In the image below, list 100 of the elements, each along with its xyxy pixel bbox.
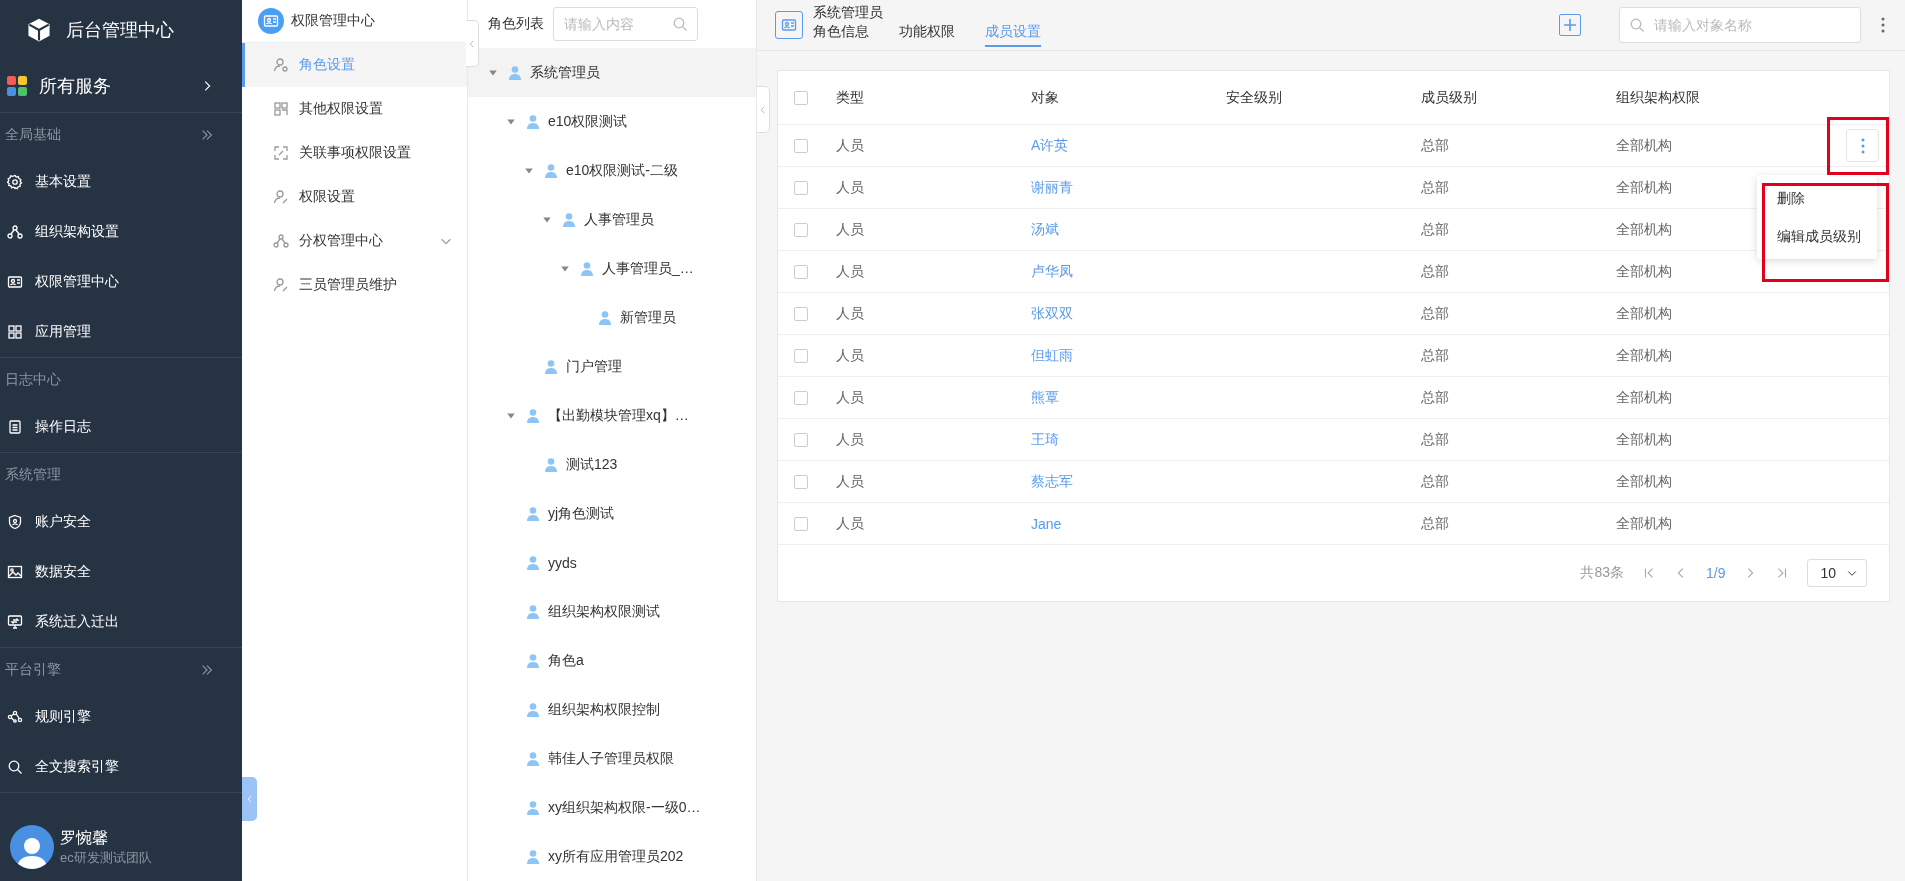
column-header: 成员级别: [1421, 88, 1478, 107]
user-name: 罗惋馨: [60, 827, 109, 848]
table-cell: 全部机构: [1616, 346, 1672, 365]
id-card-icon: [263, 13, 279, 29]
menu-item[interactable]: 权限设置: [242, 175, 467, 219]
sidebar-item[interactable]: 操作日志: [0, 402, 242, 452]
checkbox[interactable]: [794, 432, 808, 447]
tree-node[interactable]: yj角色测试: [468, 489, 756, 538]
tree-node[interactable]: 人事管理员: [468, 195, 756, 244]
search-field[interactable]: 请输入内容: [553, 7, 698, 41]
person-icon: [525, 113, 541, 130]
checkbox[interactable]: [794, 138, 808, 153]
menu-item[interactable]: 分权管理中心: [242, 219, 467, 263]
sidebar-item[interactable]: 系统迁入迁出: [0, 597, 242, 647]
table-cell: 总部: [1421, 178, 1449, 197]
menu-item[interactable]: 删除: [1757, 179, 1877, 217]
tree-node[interactable]: 系统管理员: [468, 48, 756, 97]
grid-icon: [7, 324, 23, 340]
sidebar-item[interactable]: 权限管理中心: [0, 257, 242, 307]
checkbox[interactable]: [794, 348, 808, 363]
tree-node[interactable]: 测试123: [468, 440, 756, 489]
tree-node[interactable]: 人事管理员_…: [468, 244, 756, 293]
collapse-tab[interactable]: [757, 86, 770, 133]
tree-node[interactable]: 角色a: [468, 636, 756, 685]
add-button[interactable]: [1559, 14, 1581, 36]
sidebar-item[interactable]: 组织架构设置: [0, 207, 242, 257]
table-cell: 人员: [836, 220, 864, 239]
table-cell: 人员: [836, 514, 864, 533]
user-team: ec研发测试团队: [60, 848, 152, 867]
person-icon: [597, 309, 613, 326]
person-icon: [507, 64, 523, 81]
person-icon: [543, 162, 559, 179]
tab[interactable]: 功能权限: [899, 21, 955, 47]
column-header: 对象: [1031, 88, 1060, 107]
tree-node[interactable]: yyds: [468, 538, 756, 587]
collapse-tab[interactable]: [466, 20, 479, 67]
sidebar-item[interactable]: 规则引擎: [0, 692, 242, 742]
checkbox[interactable]: [794, 90, 808, 105]
table-cell: 全部机构: [1616, 136, 1672, 155]
tab[interactable]: 角色信息: [813, 21, 869, 47]
apps-icon: [7, 76, 27, 96]
image-icon: [7, 564, 23, 580]
sidebar-item[interactable]: 基本设置: [0, 157, 242, 207]
menu-item[interactable]: 编辑成员级别: [1757, 217, 1877, 255]
table-cell: 全部机构: [1616, 388, 1672, 407]
more-icon: [1860, 137, 1865, 154]
tree-node[interactable]: e10权限测试: [468, 97, 756, 146]
tree-node[interactable]: 新管理员: [468, 293, 756, 342]
all-services-item[interactable]: 所有服务: [0, 60, 242, 113]
table-cell: 全部机构: [1616, 220, 1672, 239]
checkbox[interactable]: [794, 516, 808, 531]
tree-node[interactable]: 组织架构权限控制: [468, 685, 756, 734]
column-header: 类型: [836, 88, 865, 107]
tree-node[interactable]: 韩佳人子管理员权限: [468, 734, 756, 783]
search-field[interactable]: 请输入对象名称: [1619, 7, 1861, 43]
table-cell: 总部: [1421, 514, 1449, 533]
menu-item[interactable]: 三员管理员维护: [242, 263, 467, 307]
sidebar-item[interactable]: 数据安全: [0, 547, 242, 597]
checkbox[interactable]: [794, 306, 808, 321]
person-icon: [525, 848, 541, 865]
avatar[interactable]: [10, 825, 54, 869]
nodes-icon: [7, 709, 23, 725]
table-cell: 全部机构: [1616, 430, 1672, 449]
table-cell: 全部机构: [1616, 262, 1672, 281]
checkbox[interactable]: [794, 390, 808, 405]
collapse-tab[interactable]: [242, 777, 257, 821]
more-icon: [1881, 17, 1885, 33]
person-icon: [525, 603, 541, 620]
table-cell: 全部机构: [1616, 514, 1672, 533]
plus-icon: [1563, 18, 1577, 32]
section-label: 日志中心: [5, 371, 61, 389]
tree-node[interactable]: 门户管理: [468, 342, 756, 391]
checkbox[interactable]: [794, 180, 808, 195]
person-icon: [543, 456, 559, 473]
checkbox[interactable]: [794, 264, 808, 279]
tree-node[interactable]: xy所有应用管理员202: [468, 832, 756, 881]
row-more-button[interactable]: [1846, 129, 1879, 162]
checkbox[interactable]: [794, 474, 808, 489]
column-header: 安全级别: [1226, 88, 1283, 107]
table-cell: 总部: [1421, 220, 1449, 239]
menu-item[interactable]: 关联事项权限设置: [242, 131, 467, 175]
checkbox[interactable]: [794, 222, 808, 237]
table-cell: 总部: [1421, 262, 1449, 281]
gear-icon: [7, 174, 23, 190]
page-size-select[interactable]: 10: [1807, 559, 1867, 587]
tree-node[interactable]: 组织架构权限测试: [468, 587, 756, 636]
tree-node[interactable]: e10权限测试-二级: [468, 146, 756, 195]
tree-node[interactable]: 【出勤模块管理xq】…: [468, 391, 756, 440]
table-cell: 全部机构: [1616, 304, 1672, 323]
table-cell: 总部: [1421, 430, 1449, 449]
sidebar-item[interactable]: 账户安全: [0, 497, 242, 547]
person-icon: [543, 358, 559, 375]
table-cell: 全部机构: [1616, 472, 1672, 491]
sidebar-item[interactable]: 应用管理: [0, 307, 242, 357]
person-icon: [525, 799, 541, 816]
section-label: 平台引擎: [5, 661, 61, 679]
tree-node[interactable]: xy组织架构权限-一级0…: [468, 783, 756, 832]
table-cell: 人员: [836, 262, 864, 281]
menu-item[interactable]: 其他权限设置: [242, 87, 467, 131]
sidebar-item[interactable]: 全文搜索引擎: [0, 742, 242, 792]
